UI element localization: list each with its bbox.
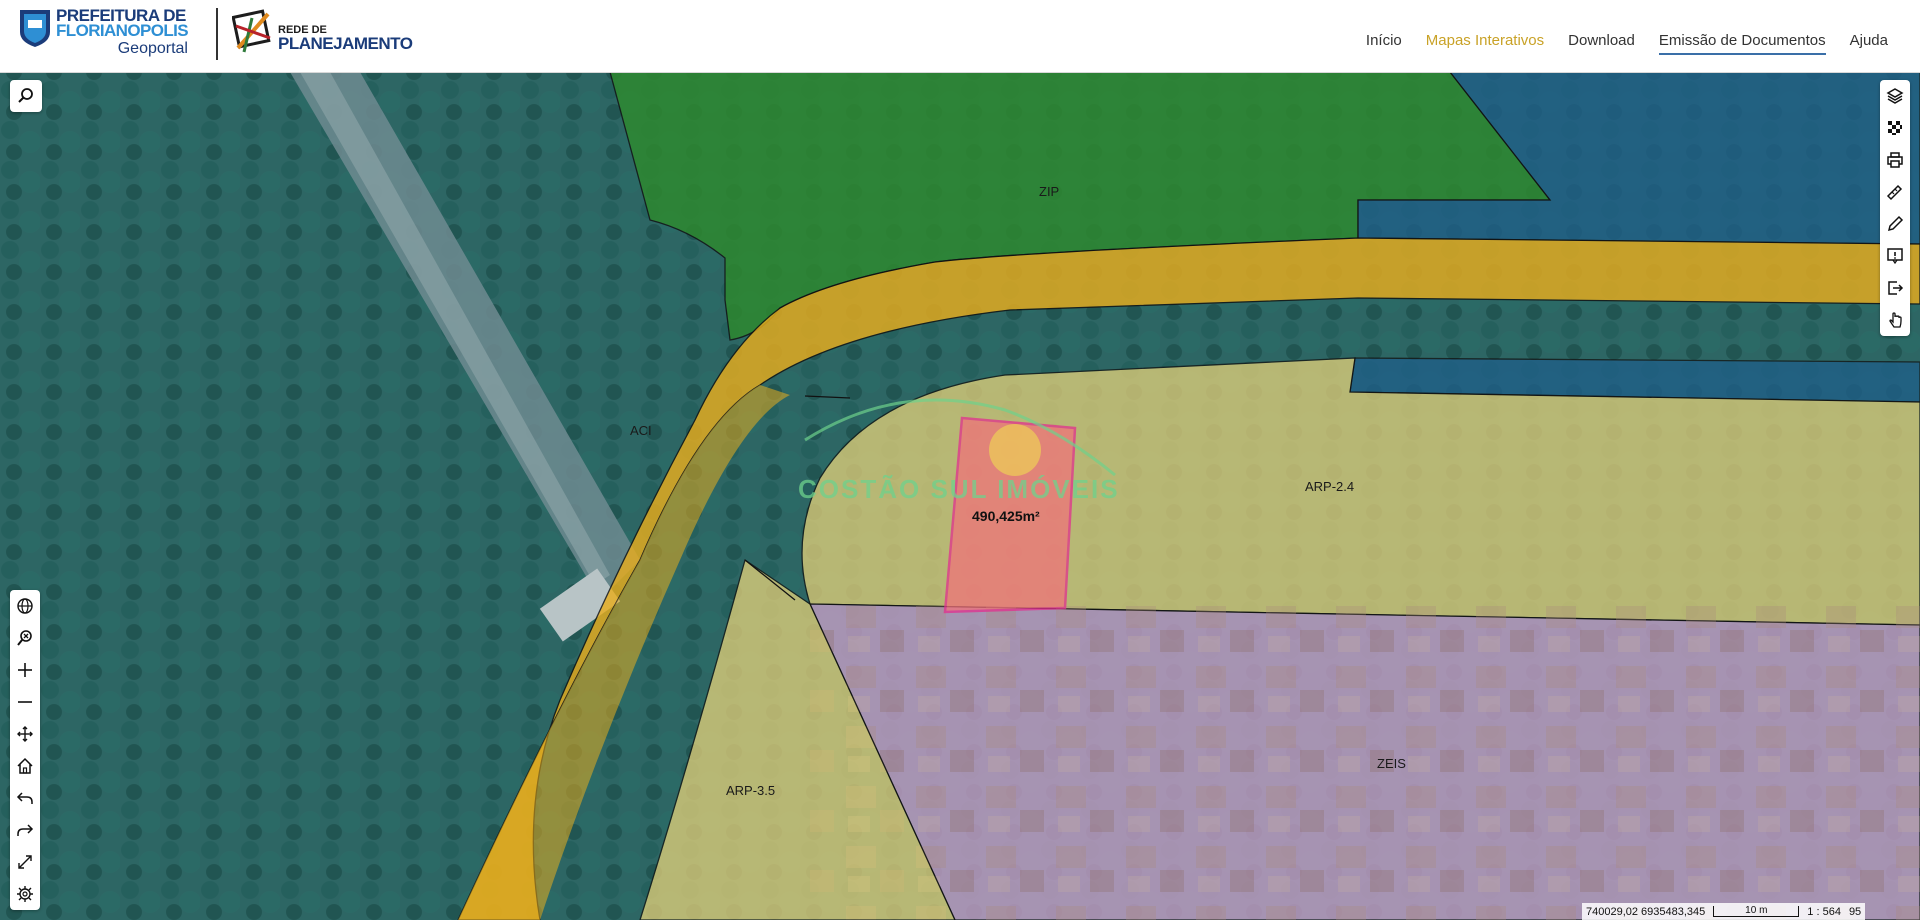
info-button[interactable] [1880, 240, 1910, 272]
scale-ratio-cut: 95 [1848, 905, 1862, 918]
checkerboard-icon [1888, 121, 1902, 135]
pointer-icon [1889, 312, 1902, 328]
rede-planejamento-logo[interactable]: REDE DE PLANEJAMENTO [232, 8, 413, 56]
home-button[interactable] [10, 750, 40, 782]
scale-ratio: 1 : 564 [1807, 905, 1841, 918]
nav-ajuda[interactable]: Ajuda [1850, 32, 1888, 55]
identify-button[interactable] [1880, 304, 1910, 336]
map-canvas[interactable]: ZIP ACI ARP-2.4 ARP-3.5 ZEIS COSTÃO SUL … [0, 72, 1920, 920]
right-toolbar [1880, 80, 1910, 336]
measure-button[interactable] [1880, 176, 1910, 208]
pan-button[interactable] [10, 718, 40, 750]
prefeitura-logo[interactable]: PREFEITURA DE FLORIANOPOLIS Geoportal [18, 7, 189, 57]
parcel-area-label: 490,425m² [972, 508, 1040, 524]
home-icon [17, 757, 33, 774]
pencil-icon [1887, 215, 1904, 232]
map-status-bar: 740029,02 6935483,345 10 m 1 : 564 95 [1582, 903, 1866, 920]
nav-inicio[interactable]: Início [1366, 32, 1402, 55]
prefeitura-line2: FLORIANOPOLIS [56, 21, 189, 40]
ruler-icon [1886, 184, 1903, 201]
search-icon [18, 88, 33, 103]
scale-bar: 10 m [1713, 906, 1800, 917]
settings-icon [17, 886, 33, 902]
zone-label-aci: ACI [630, 423, 652, 438]
fullscreen-icon [18, 855, 32, 869]
globe-button[interactable] [10, 590, 40, 622]
globe-icon [17, 598, 33, 614]
zone-label-arp-2-4: ARP-2.4 [1305, 479, 1355, 494]
zone-label-arp-3-5: ARP-3.5 [726, 783, 776, 798]
geoportal-label: Geoportal [117, 40, 188, 57]
layers-button[interactable] [1880, 80, 1910, 112]
undo-button[interactable] [10, 782, 40, 814]
draw-button[interactable] [1880, 208, 1910, 240]
zoom-in-icon [18, 663, 32, 677]
search-button[interactable] [10, 80, 42, 112]
header-divider [216, 8, 218, 60]
fullscreen-button[interactable] [10, 846, 40, 878]
zone-label-zip: ZIP [1039, 184, 1060, 199]
undo-icon [16, 792, 33, 804]
top-header: PREFEITURA DE FLORIANOPOLIS Geoportal RE… [0, 0, 1920, 73]
left-toolbar [10, 590, 40, 910]
main-nav: Início Mapas Interativos Download Emissã… [1366, 32, 1888, 55]
nav-mapas-interativos[interactable]: Mapas Interativos [1426, 32, 1544, 55]
pan-icon [17, 726, 33, 742]
zoom-out-button[interactable] [10, 686, 40, 718]
shield-icon [20, 10, 50, 47]
export-button[interactable] [1880, 272, 1910, 304]
basemap-button[interactable] [1880, 112, 1910, 144]
layers-icon [1886, 88, 1904, 104]
print-icon [1887, 152, 1903, 168]
rede-line2: PLANEJAMENTO [278, 34, 413, 53]
zoom-area-button[interactable] [10, 622, 40, 654]
export-icon [1888, 281, 1904, 295]
nav-download[interactable]: Download [1568, 32, 1635, 55]
print-button[interactable] [1880, 144, 1910, 176]
zoom-area-icon [17, 630, 32, 646]
nav-emissao-documentos[interactable]: Emissão de Documentos [1658, 32, 1826, 55]
zone-label-zeis: ZEIS [1377, 756, 1406, 771]
watermark-text: COSTÃO SUL IMÓVEIS [798, 474, 1120, 504]
settings-button[interactable] [10, 878, 40, 910]
zoom-in-button[interactable] [10, 654, 40, 686]
redo-icon [17, 824, 34, 836]
coordinate-readout: 740029,02 6935483,345 [1586, 905, 1706, 918]
zoom-out-icon [18, 701, 32, 703]
rede-emblem-icon [232, 9, 271, 53]
info-icon [1887, 248, 1903, 265]
redo-button[interactable] [10, 814, 40, 846]
